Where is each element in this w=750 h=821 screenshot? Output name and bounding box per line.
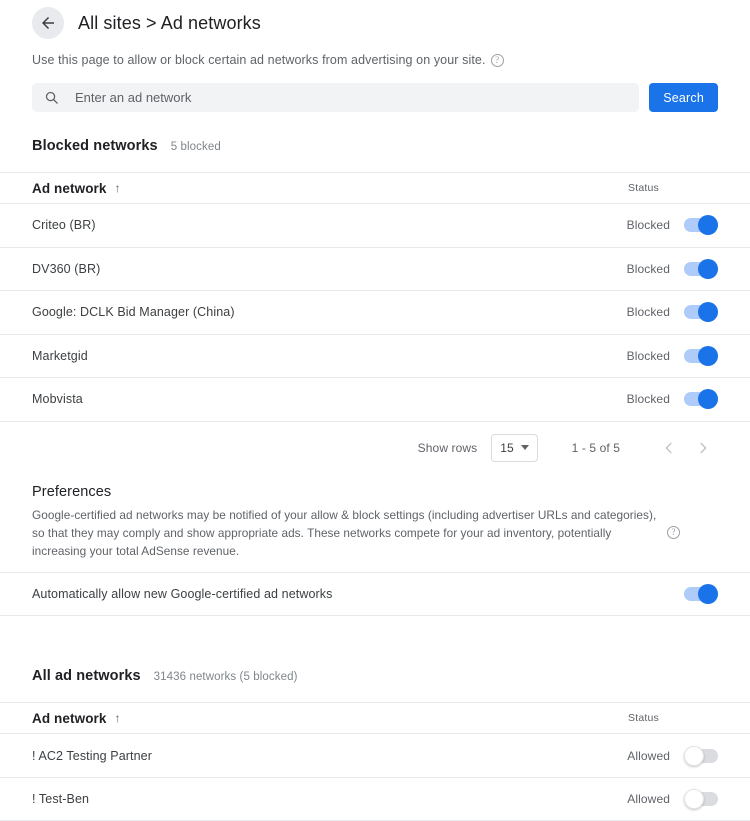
sort-ascending-icon: ↑ — [114, 181, 121, 195]
page-header: All sites > Ad networks — [0, 0, 750, 40]
pagination-range: 1 - 5 of 5 — [571, 440, 620, 455]
row-status-cell: Blocked — [626, 345, 718, 366]
table-row[interactable]: Criteo (BR) Blocked — [0, 204, 750, 248]
status-label: Allowed — [627, 748, 670, 763]
search-input[interactable] — [75, 90, 628, 105]
status-toggle[interactable] — [684, 789, 718, 810]
status-label: Blocked — [626, 218, 670, 233]
search-bar: Search — [0, 83, 750, 112]
status-label: Blocked — [626, 305, 670, 320]
column-header-status: Status — [628, 712, 659, 725]
toggle-knob — [698, 345, 718, 366]
arrow-left-icon — [39, 14, 57, 32]
blocked-networks-table: Ad network ↑ Status Criteo (BR) Blocked … — [0, 172, 750, 422]
status-toggle[interactable] — [684, 302, 718, 323]
show-rows-label: Show rows — [417, 440, 478, 455]
back-button[interactable] — [32, 7, 64, 39]
table-row[interactable]: ! AC2 Testing Partner Allowed — [0, 734, 750, 778]
toggle-knob — [698, 389, 718, 410]
row-status-cell: Blocked — [626, 302, 718, 323]
table-row[interactable]: ! Test-Ben Allowed — [0, 778, 750, 821]
auto-allow-label: Automatically allow new Google-certified… — [32, 587, 333, 602]
status-toggle[interactable] — [684, 745, 718, 766]
toggle-knob — [698, 215, 718, 236]
rows-per-page-value: 15 — [500, 440, 514, 455]
ad-network-name: Mobvista — [32, 392, 83, 407]
preferences-title: Preferences — [32, 483, 112, 500]
status-toggle[interactable] — [684, 215, 718, 236]
status-label: Allowed — [627, 792, 670, 807]
toggle-knob — [698, 258, 718, 279]
status-label: Blocked — [626, 392, 670, 407]
table-header: Ad network ↑ Status — [0, 172, 750, 204]
sort-ascending-icon: ↑ — [114, 711, 121, 726]
table-row[interactable]: Marketgid Blocked — [0, 335, 750, 378]
row-status-cell: Blocked — [626, 389, 718, 410]
help-icon[interactable]: ? — [667, 526, 680, 540]
help-icon[interactable]: ? — [490, 53, 504, 67]
row-status-cell: Allowed — [627, 789, 718, 810]
toggle-knob — [698, 584, 718, 605]
auto-allow-toggle[interactable] — [684, 584, 718, 605]
row-status-cell: Allowed — [627, 745, 718, 766]
ad-network-name: Marketgid — [32, 348, 88, 363]
row-status-cell: Blocked — [626, 258, 718, 279]
chevron-down-icon — [520, 445, 529, 450]
all-networks-heading: All ad networks 31436 networks (5 blocke… — [0, 668, 750, 692]
column-header-label: Ad network — [32, 710, 107, 726]
ad-network-name: ! Test-Ben — [32, 792, 90, 807]
rows-per-page-select[interactable]: 15 — [491, 433, 538, 462]
status-toggle[interactable] — [684, 258, 718, 279]
all-networks-table: Ad network ↑ Status ! AC2 Testing Partne… — [0, 702, 750, 821]
all-networks-title: All ad networks — [32, 668, 141, 685]
status-label: Blocked — [626, 348, 670, 363]
table-row[interactable]: Google: DCLK Bid Manager (China) Blocked — [0, 291, 750, 335]
pagination: Show rows 15 1 - 5 of 5 — [0, 422, 750, 474]
auto-allow-row[interactable]: Automatically allow new Google-certified… — [0, 572, 750, 617]
toggle-knob — [684, 745, 704, 766]
ad-network-name: Criteo (BR) — [32, 218, 96, 233]
status-toggle[interactable] — [684, 345, 718, 366]
toggle-knob — [684, 789, 704, 810]
preferences-section: Preferences Google-certified ad networks… — [0, 484, 750, 561]
status-toggle[interactable] — [684, 389, 718, 410]
table-row[interactable]: Mobvista Blocked — [0, 378, 750, 422]
search-button[interactable]: Search — [649, 83, 718, 112]
column-header-ad-network[interactable]: Ad network ↑ — [32, 711, 121, 726]
search-field[interactable] — [32, 83, 640, 112]
page-title: All sites > Ad networks — [78, 12, 261, 33]
status-label: Blocked — [626, 261, 670, 276]
preferences-body: Google-certified ad networks may be noti… — [32, 506, 718, 561]
blocked-networks-count: 5 blocked — [170, 141, 221, 153]
ad-network-name: Google: DCLK Bid Manager (China) — [32, 305, 235, 320]
ad-network-name: DV360 (BR) — [32, 261, 101, 276]
toggle-knob — [698, 302, 718, 323]
column-header-label: Ad network — [32, 180, 107, 196]
column-header-ad-network[interactable]: Ad network ↑ — [32, 181, 121, 196]
page-description: Use this page to allow or block certain … — [0, 53, 750, 67]
preferences-text: Google-certified ad networks may be noti… — [32, 507, 657, 559]
next-page-button[interactable] — [686, 431, 720, 465]
all-networks-count: 31436 networks (5 blocked) — [153, 671, 298, 684]
ad-network-name: ! AC2 Testing Partner — [32, 748, 152, 763]
search-icon — [44, 90, 59, 105]
blocked-networks-title: Blocked networks — [32, 138, 158, 154]
column-header-status: Status — [628, 182, 659, 194]
table-header: Ad network ↑ Status — [0, 702, 750, 735]
page-description-text: Use this page to allow or block certain … — [32, 53, 486, 67]
blocked-networks-heading: Blocked networks 5 blocked — [0, 138, 750, 162]
table-row[interactable]: DV360 (BR) Blocked — [0, 248, 750, 291]
row-status-cell: Blocked — [626, 215, 718, 236]
previous-page-button[interactable] — [652, 431, 686, 465]
